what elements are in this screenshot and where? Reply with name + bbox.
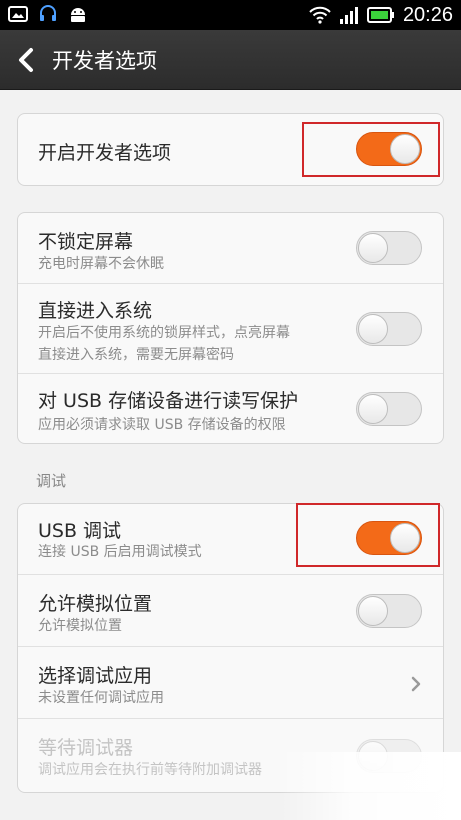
item-summary: 充电时屏幕不会休眠 (38, 256, 164, 272)
android-icon (71, 8, 85, 22)
battery-icon (366, 7, 394, 23)
item-title: 允许模拟位置 (38, 593, 153, 615)
headset-icon (40, 5, 56, 21)
status-bar: 20:26 (0, 0, 461, 30)
item-summary: 未设置任何调试应用 (38, 690, 164, 706)
highlight-box-master (302, 122, 440, 177)
list-item[interactable]: 选择调试应用 未设置任何调试应用 (18, 646, 443, 718)
item-title: USB 调试 (38, 520, 122, 542)
switch-knob (358, 596, 388, 626)
item-summary: 应用必须请求读取 USB 存储设备的权限 (38, 417, 286, 433)
screen-settings-group: 不锁定屏幕 充电时屏幕不会休眠 直接进入系统 开启后不使用系统的锁屏样式，点亮屏… (17, 212, 444, 444)
list-item[interactable]: 对 USB 存储设备进行读写保护 应用必须请求读取 USB 存储设备的权限 (18, 373, 443, 443)
item-title: 等待调试器 (38, 737, 134, 759)
item-summary-line1: 开启后不使用系统的锁屏样式，点亮屏幕 (38, 325, 290, 341)
item-title: 对 USB 存储设备进行读写保护 (38, 390, 299, 412)
section-header-debug: 调试 (36, 472, 67, 490)
skip-lockscreen-switch[interactable] (356, 312, 422, 346)
chevron-right-icon (411, 676, 421, 692)
mock-location-switch[interactable] (356, 594, 422, 628)
switch-knob (358, 314, 388, 344)
switch-knob (358, 233, 388, 263)
image-icon (8, 6, 28, 22)
list-item[interactable]: 不锁定屏幕 充电时屏幕不会休眠 (18, 213, 443, 283)
usb-protect-switch[interactable] (356, 392, 422, 426)
list-item[interactable]: 允许模拟位置 允许模拟位置 (18, 574, 443, 646)
switch-knob (358, 394, 388, 424)
signal-icon (339, 7, 358, 24)
action-bar: 开发者选项 (0, 30, 461, 90)
item-title: 不锁定屏幕 (38, 231, 134, 253)
item-title: 直接进入系统 (38, 300, 153, 322)
stay-awake-switch[interactable] (356, 231, 422, 265)
master-toggle-label: 开启开发者选项 (38, 142, 172, 164)
item-summary-line2: 直接进入系统，需要无屏幕密码 (38, 347, 234, 363)
list-item[interactable]: 直接进入系统 开启后不使用系统的锁屏样式，点亮屏幕 直接进入系统，需要无屏幕密码 (18, 283, 443, 373)
clock: 20:26 (402, 3, 453, 26)
item-summary: 连接 USB 后启用调试模式 (38, 544, 202, 560)
wifi-icon (309, 6, 331, 24)
back-icon[interactable] (12, 44, 42, 76)
highlight-box-usb-debugging (296, 503, 440, 567)
item-summary: 允许模拟位置 (38, 618, 122, 634)
item-summary: 调试应用会在执行前等待附加调试器 (38, 762, 262, 778)
page-title: 开发者选项 (52, 49, 157, 73)
watermark-overlay (280, 752, 461, 820)
item-title: 选择调试应用 (38, 665, 153, 687)
